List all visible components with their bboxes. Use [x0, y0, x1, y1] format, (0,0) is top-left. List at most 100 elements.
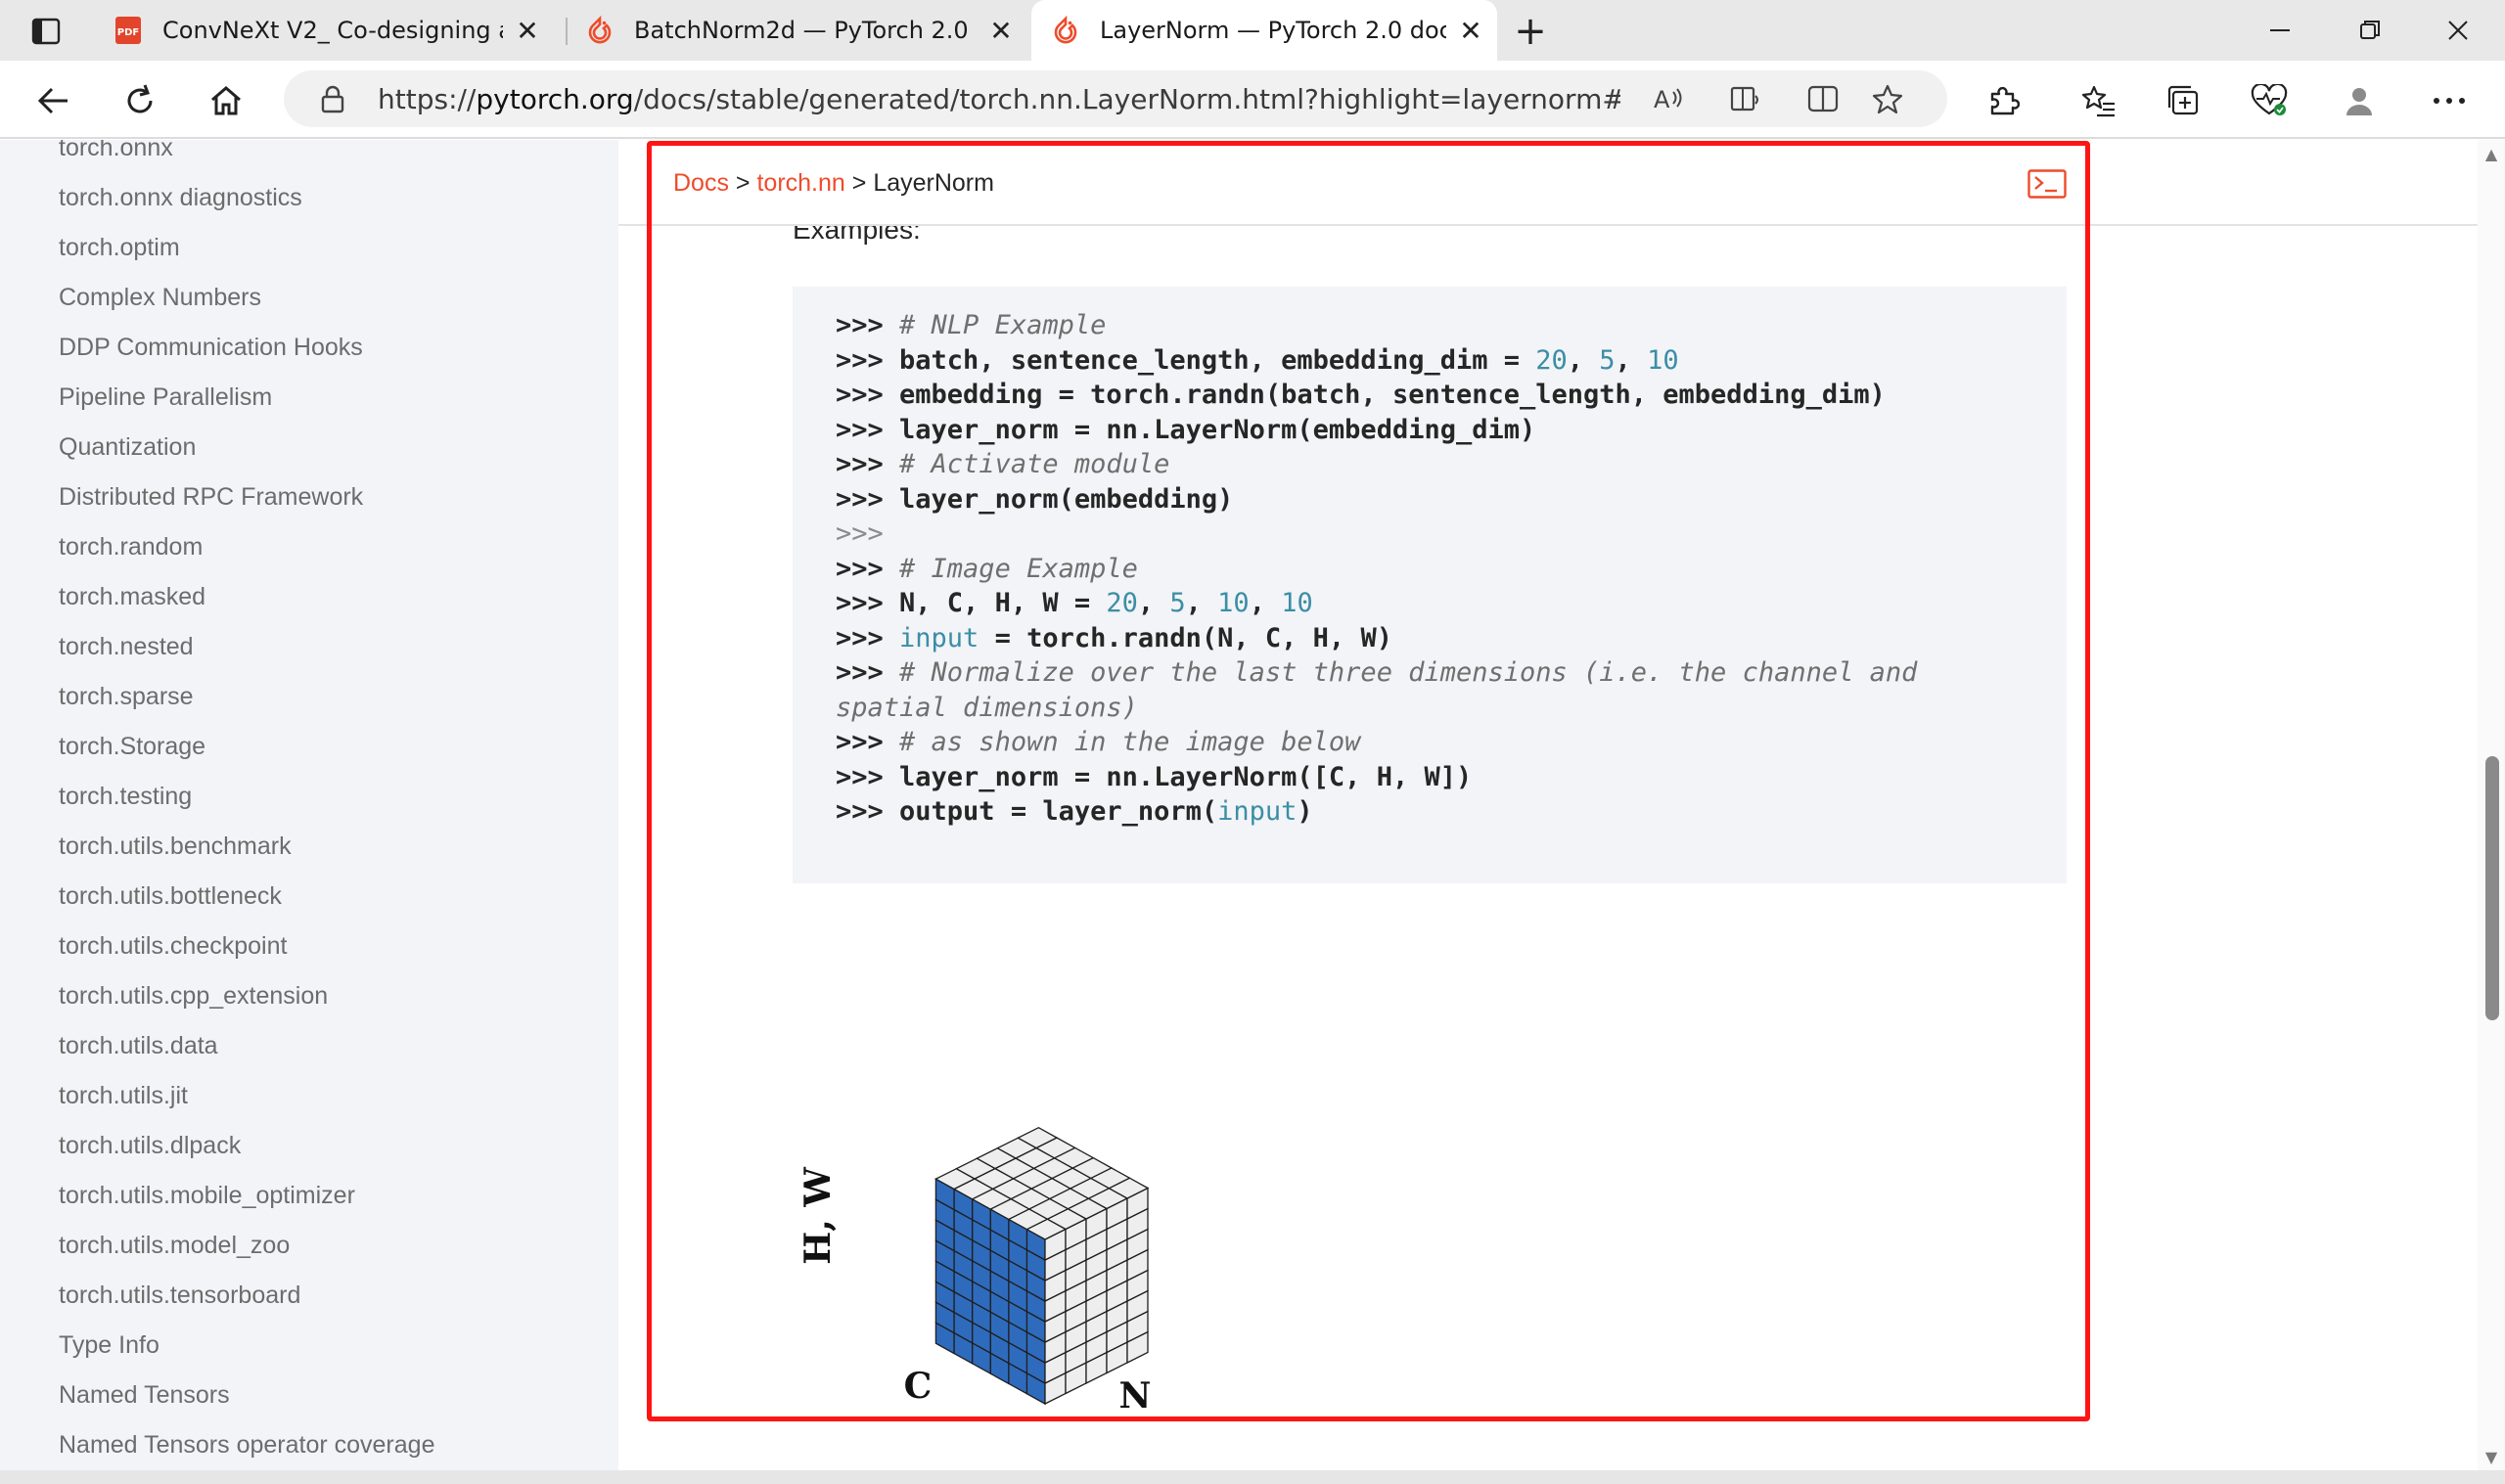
code-token: >>> — [836, 622, 900, 653]
code-token: , — [1567, 344, 1600, 376]
sidebar-item-distributed-rpc[interactable]: Distributed RPC Framework — [59, 483, 363, 512]
scroll-down-icon[interactable]: ▼ — [2482, 1447, 2501, 1466]
extensions-button[interactable] — [1979, 76, 2027, 125]
sidebar-item-torch-optim[interactable]: torch.optim — [59, 234, 180, 262]
split-screen-icon[interactable] — [1799, 74, 1847, 123]
breadcrumb-bar: Docs > torch.nn > LayerNorm — [618, 140, 2478, 226]
sidebar-item-torch-sparse[interactable]: torch.sparse — [59, 683, 194, 711]
sidebar-item-pipeline-parallelism[interactable]: Pipeline Parallelism — [59, 383, 272, 412]
page-scrollbar[interactable]: ▲ ▼ — [2478, 140, 2505, 1470]
minimize-icon — [2270, 29, 2290, 31]
code-line: >>> # as shown in the image below — [836, 727, 1360, 757]
sidebar-item-torch-nested[interactable]: torch.nested — [59, 633, 194, 661]
sidebar-item-torch-onnx[interactable]: torch.onnx — [59, 140, 173, 162]
breadcrumb-torch-nn-link[interactable]: torch.nn — [756, 169, 844, 197]
tab-separator — [566, 18, 568, 45]
browser-essentials-button[interactable] — [2245, 76, 2294, 125]
sidebar-item-utils-model-zoo[interactable]: torch.utils.model_zoo — [59, 1232, 290, 1260]
sidebar-item-utils-dlpack[interactable]: torch.utils.dlpack — [59, 1132, 241, 1160]
code-line: >>> # NLP Example — [836, 310, 1106, 340]
code-line: spatial dimensions) — [836, 693, 1138, 723]
sidebar-item-named-tensors-coverage[interactable]: Named Tensors operator coverage — [59, 1431, 434, 1460]
home-icon — [211, 86, 241, 115]
code-token: , — [1615, 344, 1648, 376]
reload-button[interactable] — [115, 76, 164, 125]
close-window-button[interactable] — [2411, 0, 2505, 61]
code-line: >>> output = layer_norm(input) — [836, 796, 1313, 827]
close-tab-icon[interactable]: ✕ — [984, 14, 1018, 47]
sidebar-item-torch-masked[interactable]: torch.masked — [59, 583, 205, 611]
restore-button[interactable] — [2323, 0, 2417, 61]
code-token: >>> — [836, 657, 900, 688]
new-tab-button[interactable]: + — [1505, 9, 1556, 54]
read-aloud-icon[interactable]: A — [1644, 74, 1693, 123]
scroll-thumb[interactable] — [2485, 756, 2499, 1020]
sidebar-item-utils-mobile-optimizer[interactable]: torch.utils.mobile_optimizer — [59, 1182, 355, 1210]
code-token: , — [1249, 588, 1282, 618]
tab-layernorm[interactable]: LayerNorm — PyTorch 2.0 docum ✕ — [1031, 0, 1497, 61]
code-line: >>> # Normalize over the last three dime… — [836, 657, 1917, 688]
sidebar-item-torch-storage[interactable]: torch.Storage — [59, 733, 205, 761]
heart-pulse-icon — [2251, 84, 2288, 115]
figure-label-c: C — [904, 1366, 933, 1407]
immersive-reader-icon[interactable] — [1722, 74, 1771, 123]
tab-batchnorm2d[interactable]: BatchNorm2d — PyTorch 2.0 doc ✕ — [577, 0, 1027, 61]
sidebar-item-utils-bottleneck[interactable]: torch.utils.bottleneck — [59, 882, 282, 911]
favorites-list-icon — [2081, 85, 2115, 117]
sidebar-item-utils-benchmark[interactable]: torch.utils.benchmark — [59, 832, 292, 861]
breadcrumb-current: LayerNorm — [873, 169, 994, 197]
docs-sidebar: torch.onnx torch.onnx diagnostics torch.… — [0, 140, 618, 1470]
sidebar-item-ddp-hooks[interactable]: DDP Communication Hooks — [59, 334, 363, 362]
close-tab-icon[interactable]: ✕ — [511, 14, 544, 47]
sidebar-item-torch-random[interactable]: torch.random — [59, 533, 203, 562]
favorites-button[interactable] — [2074, 76, 2123, 125]
collections-button[interactable] — [2159, 76, 2208, 125]
tab-actions-icon — [31, 18, 61, 45]
code-token: # Image Example — [899, 553, 1138, 584]
address-bar[interactable]: https://pytorch.org/docs/stable/generate… — [284, 70, 1947, 127]
sidebar-item-named-tensors[interactable]: Named Tensors — [59, 1381, 230, 1410]
terminal-icon[interactable] — [2027, 169, 2067, 199]
code-token: 10 — [1647, 344, 1679, 376]
code-token: 5 — [1169, 588, 1186, 618]
url-text[interactable]: https://pytorch.org/docs/stable/generate… — [378, 83, 1620, 115]
back-button[interactable] — [29, 76, 78, 125]
sidebar-item-utils-cpp-extension[interactable]: torch.utils.cpp_extension — [59, 982, 328, 1011]
sidebar-item-torch-testing[interactable]: torch.testing — [59, 783, 192, 811]
sidebar-item-type-info[interactable]: Type Info — [59, 1331, 159, 1360]
breadcrumb-separator: > — [844, 169, 874, 197]
code-token: ) — [1297, 796, 1313, 827]
home-button[interactable] — [202, 76, 250, 125]
sidebar-item-utils-data[interactable]: torch.utils.data — [59, 1032, 218, 1060]
figure-label-n: N — [1119, 1375, 1152, 1417]
favorite-star-icon[interactable] — [1863, 74, 1912, 123]
code-line: >>> embedding = torch.randn(batch, sente… — [836, 380, 1886, 410]
code-token: layer_norm = nn.LayerNorm([C, H, W]) — [899, 761, 1473, 792]
code-example-block: >>> # NLP Example >>> batch, sentence_len… — [793, 287, 2067, 883]
tab-convnext[interactable]: PDF ConvNeXt V2_ Co-designing and ✕ — [94, 0, 554, 61]
tab-actions-button[interactable] — [22, 14, 70, 49]
sidebar-item-quantization[interactable]: Quantization — [59, 433, 196, 462]
sidebar-item-utils-jit[interactable]: torch.utils.jit — [59, 1082, 188, 1110]
code-line: >>> batch, sentence_length, embedding_di… — [836, 345, 1679, 376]
close-tab-icon[interactable]: ✕ — [1454, 14, 1487, 47]
minimize-button[interactable] — [2233, 0, 2327, 61]
sidebar-item-complex-numbers[interactable]: Complex Numbers — [59, 284, 261, 312]
code-token: input — [899, 622, 979, 653]
scroll-up-icon[interactable]: ▲ — [2482, 144, 2501, 163]
code-token: layer_norm(embedding) — [899, 483, 1234, 515]
breadcrumb-docs-link[interactable]: Docs — [673, 169, 729, 197]
sidebar-item-utils-tensorboard[interactable]: torch.utils.tensorboard — [59, 1282, 300, 1310]
code-token: >>> — [836, 449, 900, 479]
lock-icon[interactable] — [313, 79, 352, 118]
settings-menu-button[interactable] — [2425, 76, 2474, 125]
code-token: # NLP Example — [899, 310, 1107, 340]
code-token: >>> — [836, 483, 900, 515]
sidebar-item-onnx-diagnostics[interactable]: torch.onnx diagnostics — [59, 184, 302, 212]
tab-title: BatchNorm2d — PyTorch 2.0 doc — [634, 17, 977, 44]
code-token: >>> — [836, 553, 900, 584]
back-arrow-icon — [37, 87, 68, 114]
code-line: >>> layer_norm = nn.LayerNorm([C, H, W]) — [836, 762, 1472, 792]
profile-button[interactable] — [2335, 76, 2384, 125]
sidebar-item-utils-checkpoint[interactable]: torch.utils.checkpoint — [59, 932, 287, 961]
